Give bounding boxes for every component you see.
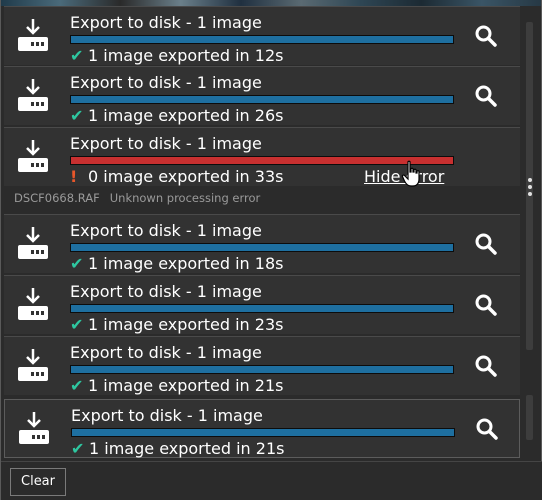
progress-bar-error xyxy=(70,156,454,165)
export-title: Export to disk - 1 image xyxy=(70,221,262,240)
download-to-disk-icon xyxy=(18,140,48,172)
download-to-disk-icon xyxy=(18,288,48,320)
check-icon: ✔ xyxy=(70,254,84,273)
export-title: Export to disk - 1 image xyxy=(70,343,262,362)
export-item: Export to disk - 1 image ✔ 1 image export… xyxy=(4,275,520,334)
export-status-text: 1 image exported in 23s xyxy=(88,315,284,334)
download-to-disk-icon xyxy=(18,19,48,51)
progress-bar xyxy=(70,304,454,313)
check-icon: ✔ xyxy=(70,106,84,125)
export-title: Export to disk - 1 image xyxy=(70,13,262,32)
export-status: ✔ 1 image exported in 23s xyxy=(70,315,283,335)
export-status-text: 0 image exported in 33s xyxy=(88,167,284,186)
export-status: ✔ 1 image exported in 26s xyxy=(70,106,283,126)
download-to-disk-icon xyxy=(18,349,48,381)
check-icon: ✔ xyxy=(70,46,84,65)
progress-bar xyxy=(71,428,455,437)
check-icon: ✔ xyxy=(71,439,85,458)
export-status: ! 0 image exported in 33s xyxy=(70,167,283,187)
search-icon[interactable] xyxy=(474,232,498,256)
footer-bar: Clear xyxy=(1,461,542,500)
export-title: Export to disk - 1 image xyxy=(70,282,262,301)
progress-bar xyxy=(70,35,454,44)
export-status-text: 1 image exported in 21s xyxy=(89,439,285,458)
scrollbar-thumb-lower[interactable] xyxy=(526,395,533,440)
check-icon: ✔ xyxy=(70,315,84,334)
export-status: ✔ 1 image exported in 12s xyxy=(70,46,283,66)
export-status: ✔ 1 image exported in 21s xyxy=(70,376,283,396)
export-item: Export to disk - 1 image ✔ 1 image export… xyxy=(4,6,520,65)
search-icon[interactable] xyxy=(474,293,498,317)
exclamation-icon: ! xyxy=(70,167,78,186)
check-icon: ✔ xyxy=(70,376,84,395)
progress-bar xyxy=(70,365,454,374)
export-title: Export to disk - 1 image xyxy=(71,406,263,425)
scrollbar-grip-icon[interactable] xyxy=(528,178,532,196)
export-status: ✔ 1 image exported in 21s xyxy=(71,439,284,459)
export-item: Export to disk - 1 image ✔ 1 image export… xyxy=(4,66,520,125)
export-status-text: 1 image exported in 26s xyxy=(88,106,284,125)
search-icon[interactable] xyxy=(474,84,498,108)
progress-bar xyxy=(70,95,454,104)
error-message: Unknown processing error xyxy=(109,191,261,205)
clear-button[interactable]: Clear xyxy=(10,468,66,496)
search-icon[interactable] xyxy=(474,24,498,48)
progress-bar xyxy=(70,243,454,252)
export-queue-panel: Export to disk - 1 image ✔ 1 image export… xyxy=(0,0,542,500)
hand-pointer-cursor-icon xyxy=(401,160,420,187)
export-item: Export to disk - 1 image ✔ 1 image export… xyxy=(4,336,520,395)
export-item: Export to disk - 1 image ✔ 1 image export… xyxy=(4,399,520,458)
export-item-error: Export to disk - 1 image ! 0 image export… xyxy=(4,127,520,186)
export-status: ✔ 1 image exported in 18s xyxy=(70,254,283,274)
export-status-text: 1 image exported in 12s xyxy=(88,46,284,65)
error-detail-row: DSCF0668.RAF Unknown processing error xyxy=(4,187,520,210)
download-to-disk-icon xyxy=(18,79,48,111)
export-title: Export to disk - 1 image xyxy=(70,73,262,92)
search-icon[interactable] xyxy=(474,354,498,378)
export-status-text: 1 image exported in 18s xyxy=(88,254,284,273)
export-status-text: 1 image exported in 21s xyxy=(88,376,284,395)
export-item: Export to disk - 1 image ✔ 1 image export… xyxy=(4,214,520,273)
search-icon[interactable] xyxy=(475,417,499,441)
error-filename: DSCF0668.RAF xyxy=(14,191,100,205)
export-title: Export to disk - 1 image xyxy=(70,134,262,153)
download-to-disk-icon xyxy=(18,227,48,259)
download-to-disk-icon xyxy=(19,412,49,444)
